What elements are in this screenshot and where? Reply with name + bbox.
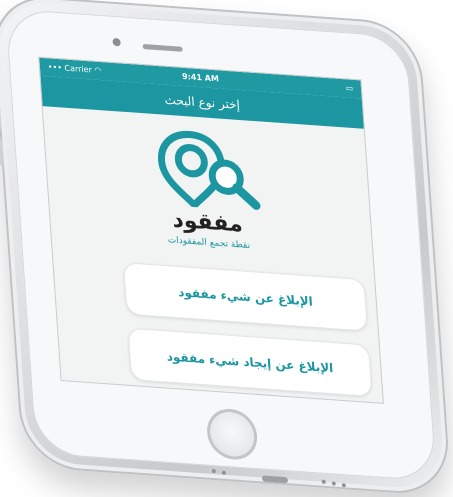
speaker-hole-icon [331,481,336,486]
battery-icon: ▭ [345,83,354,93]
phone-mockup-scene: ••• Carrier ◠ 9:41 AM ▭ إختر نوع البحث م… [0,0,453,497]
magnifier-pin-logo-icon [153,124,268,212]
volume-down-button [0,138,5,166]
nav-title: إختر نوع البحث [164,92,241,113]
main-content: مفقود نقطة تجمع المفقودات الإبلاغ عن شيء… [43,106,383,403]
report-found-item-button[interactable]: الإبلاغ عن إيجاد شيء مفقود [127,327,373,398]
front-camera-icon [112,37,121,47]
phone-device: ••• Carrier ◠ 9:41 AM ▭ إختر نوع البحث م… [0,0,452,497]
report-lost-item-label: الإبلاغ عن شيء مفقود [177,285,314,309]
speaker-hole-icon [221,470,227,475]
volume-up-button [0,103,2,131]
report-found-item-label: الإبلاغ عن إيجاد شيء مفقود [166,349,334,376]
speaker-hole-icon [211,468,216,474]
lightning-port-icon [261,475,289,484]
app-screen: ••• Carrier ◠ 9:41 AM ▭ إختر نوع البحث م… [38,56,384,404]
speaker-hole-icon [341,483,346,488]
report-lost-item-button[interactable]: الإبلاغ عن شيء مفقود [122,262,368,332]
speaker-hole-icon [321,479,326,484]
